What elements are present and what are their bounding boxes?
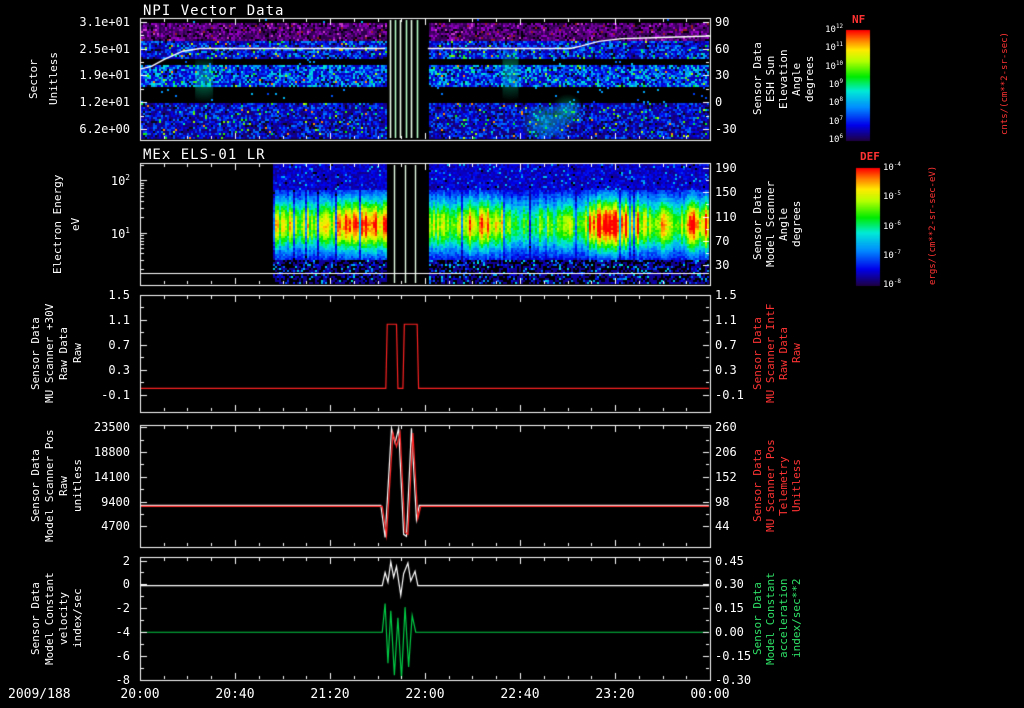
colorbar-tick-label: 109 [828,79,843,90]
axis-label-column: Raw [71,343,84,364]
x-tick-label: 22:40 [500,687,540,702]
y-tick-label: 0.15 [715,601,744,616]
axis-label-column: Model Constant [43,572,56,665]
colorbar-tick-label: 108 [828,97,843,109]
y-tick-label: 152 [715,469,737,484]
axis-label-column: Raw Data [57,327,70,380]
colorbar-tick-label: 1011 [825,42,843,54]
colorbar-def-title: DEF [860,150,880,163]
colorbar-tick-label: 1010 [825,60,843,72]
axis-label-column: index/sec [71,588,84,649]
plot-canvas [0,0,1024,708]
colorbar-tick-label: 10-7 [883,249,901,261]
colorbar-tick-label: 1012 [825,24,843,35]
y-tick-label: 0.30 [715,577,744,592]
axis-label-column: MU Scanner +30V [43,303,56,404]
y-tick-label: 1.2e+01 [79,95,130,110]
x-tick-label: 21:20 [310,687,350,702]
y-tick-label: 0.00 [715,625,744,640]
colorbar-nf-unit-label: cnts/(cm**2-sr-sec) [1000,32,1010,136]
x-tick-label: 00:00 [690,687,730,702]
y-tick-label: -0.30 [715,673,752,687]
y-tick-label: -0.15 [715,649,752,664]
x-tick-label: 23:20 [595,687,635,702]
y-tick-label: 110 [715,209,737,224]
panel2-title: MEx ELS-01 LR [143,147,266,163]
y-tick-label: -0.1 [715,387,744,402]
axis-label-column: degrees [790,200,803,248]
y-tick-label: 44 [715,519,730,534]
y-tick-label: 60 [715,41,730,56]
colorbar-tick-label: 10-6 [883,220,901,232]
axis-label-column: Electron Energy [51,174,64,274]
y-tick-label: 98 [715,494,730,509]
y-tick-label: 90 [715,14,730,29]
y-tick-label: 1.9e+01 [79,68,130,83]
y-tick-label: 70 [715,234,730,249]
colorbar-tick-label: 10-4 [883,162,901,173]
axis-label-column: index/sec**2 [790,578,803,659]
axis-label-column: Sensor Data [29,449,42,523]
colorbar-tick-label: 10-8 [883,279,901,290]
y-tick-label: 2.5e+01 [79,41,130,56]
axis-label-column: eV [69,217,82,231]
y-tick-label: 6.2e+00 [79,122,130,137]
y-tick-label: 190 [715,160,737,175]
y-tick-label: 1.1 [715,312,737,327]
x-tick-label: 22:00 [405,687,445,702]
y-tick-label: -30 [715,122,737,137]
y-tick-label: 3.1e+01 [79,14,130,29]
colorbar-nf-title: NF [852,13,866,26]
x-tick-label: 20:00 [120,687,160,702]
y-tick-label: 0.3 [715,362,737,377]
axis-label-column: Unitless [47,52,60,106]
axis-label-column: Raw [790,343,803,364]
colorbar-tick-label: 10-5 [883,191,901,203]
axis-label-column: Raw [57,476,70,496]
axis-label-column: Sector [27,59,40,99]
y-tick-label: 150 [715,185,737,200]
y-tick-label: 0 [715,95,723,110]
axis-label-column: unitless [71,459,84,513]
y-tick-label: 0.45 [715,553,744,568]
y-tick-label: 0.7 [715,337,737,352]
panel1-title: NPI Vector Data [143,3,285,19]
axis-label-column: Sensor Data [29,582,42,655]
axis-label-column: Model Scanner Pos [43,429,56,543]
y-tick-label: 260 [715,420,737,435]
axis-label-column: velocity [57,592,70,645]
y-tick-label: 30 [715,258,730,273]
y-tick-label: 1.5 [715,288,737,302]
y-tick-label: 206 [715,444,737,459]
science-plot-screen: NPI Vector Data MEx ELS-01 LR 2009/188 N… [0,0,1024,708]
axis-label-column: Sensor Data [29,317,42,390]
colorbar-tick-label: 106 [828,134,843,145]
colorbar-def-unit-label: ergs/(cm**2-sr-sec-eV) [928,165,938,285]
axis-label-column: Unitless [790,459,803,513]
y-tick-label: 30 [715,68,730,83]
x-axis-date-label: 2009/188 [8,687,71,702]
colorbar-tick-label: 107 [828,115,843,127]
x-tick-label: 20:40 [215,687,255,702]
